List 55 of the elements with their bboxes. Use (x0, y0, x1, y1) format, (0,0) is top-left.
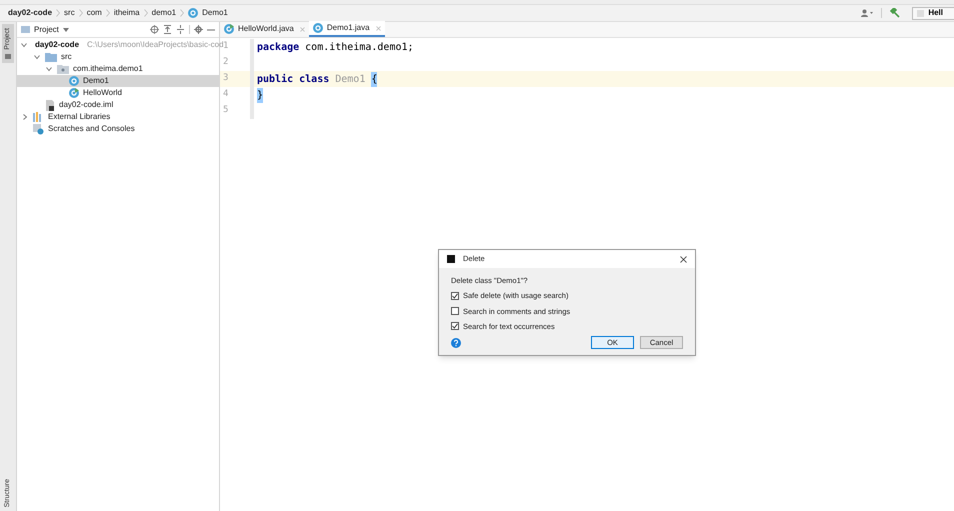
collapse-all-icon[interactable] (163, 25, 172, 34)
tree-item[interactable]: HelloWorld (17, 87, 219, 99)
dropdown-icon[interactable] (62, 28, 69, 32)
code-line: 4 } (220, 87, 954, 103)
class-icon (312, 23, 323, 33)
breadcrumb-separator-icon (180, 9, 184, 17)
breadcrumb-item[interactable]: itheima (114, 7, 140, 19)
locate-icon[interactable] (150, 25, 159, 34)
line-number: 3 (222, 72, 230, 86)
breadcrumb-item[interactable]: com (86, 7, 102, 19)
breadcrumb-item[interactable]: src (64, 7, 75, 19)
chevron-right-icon[interactable] (22, 114, 28, 120)
help-icon[interactable] (451, 338, 461, 348)
editor-tab[interactable]: Demo1.java (308, 21, 385, 37)
breadcrumb-item[interactable]: demo1 (152, 7, 176, 19)
expand-all-icon[interactable] (176, 25, 185, 34)
runnable-class-icon (69, 88, 79, 98)
panel-title[interactable]: Project (34, 24, 59, 36)
file-icon (45, 100, 55, 110)
close-icon[interactable] (680, 256, 687, 262)
app-icon (447, 255, 455, 263)
line-number: 4 (222, 88, 230, 102)
chevron-down-icon[interactable] (21, 42, 27, 48)
user-icon[interactable] (861, 9, 874, 17)
checkbox[interactable] (451, 292, 459, 300)
tree-item[interactable]: External Libraries (17, 111, 219, 123)
tree-item[interactable]: src (17, 51, 219, 63)
hammer-icon[interactable] (890, 8, 900, 18)
checkbox[interactable] (451, 322, 459, 330)
tree-item[interactable]: Demo1 (17, 75, 219, 87)
chevron-down-icon[interactable] (34, 54, 40, 60)
project-path: C:\Users\moon\IdeaProjects\basic-cod (87, 39, 224, 51)
scratch-icon (33, 124, 44, 134)
breadcrumb-item[interactable]: Demo1 (202, 7, 228, 19)
tree-item[interactable]: day02-code.iml (17, 99, 219, 111)
tree-item[interactable]: Scratches and Consoles (17, 123, 219, 135)
line-number: 5 (222, 104, 230, 118)
breadcrumb-separator-icon (78, 9, 83, 17)
breadcrumb-separator-icon (56, 9, 60, 17)
breadcrumb-item[interactable]: day02-code (8, 7, 52, 19)
breadcrumb-separator-icon (106, 9, 110, 17)
chevron-down-icon[interactable] (46, 66, 52, 72)
panel-icon (21, 26, 30, 33)
package-icon (57, 64, 69, 74)
editor-tab[interactable]: HelloWorld.java (220, 21, 309, 37)
line-number: 2 (222, 56, 230, 70)
breadcrumb-separator-icon (144, 9, 148, 17)
class-icon (69, 76, 79, 86)
settings-icon[interactable] (194, 25, 203, 34)
run-configuration-selector[interactable]: Hell (912, 6, 954, 20)
checkbox[interactable] (451, 307, 459, 316)
folder-icon (45, 52, 57, 62)
library-icon (33, 112, 44, 122)
class-icon (188, 8, 198, 18)
tree-item[interactable]: com.itheima.demo1 (17, 63, 219, 75)
